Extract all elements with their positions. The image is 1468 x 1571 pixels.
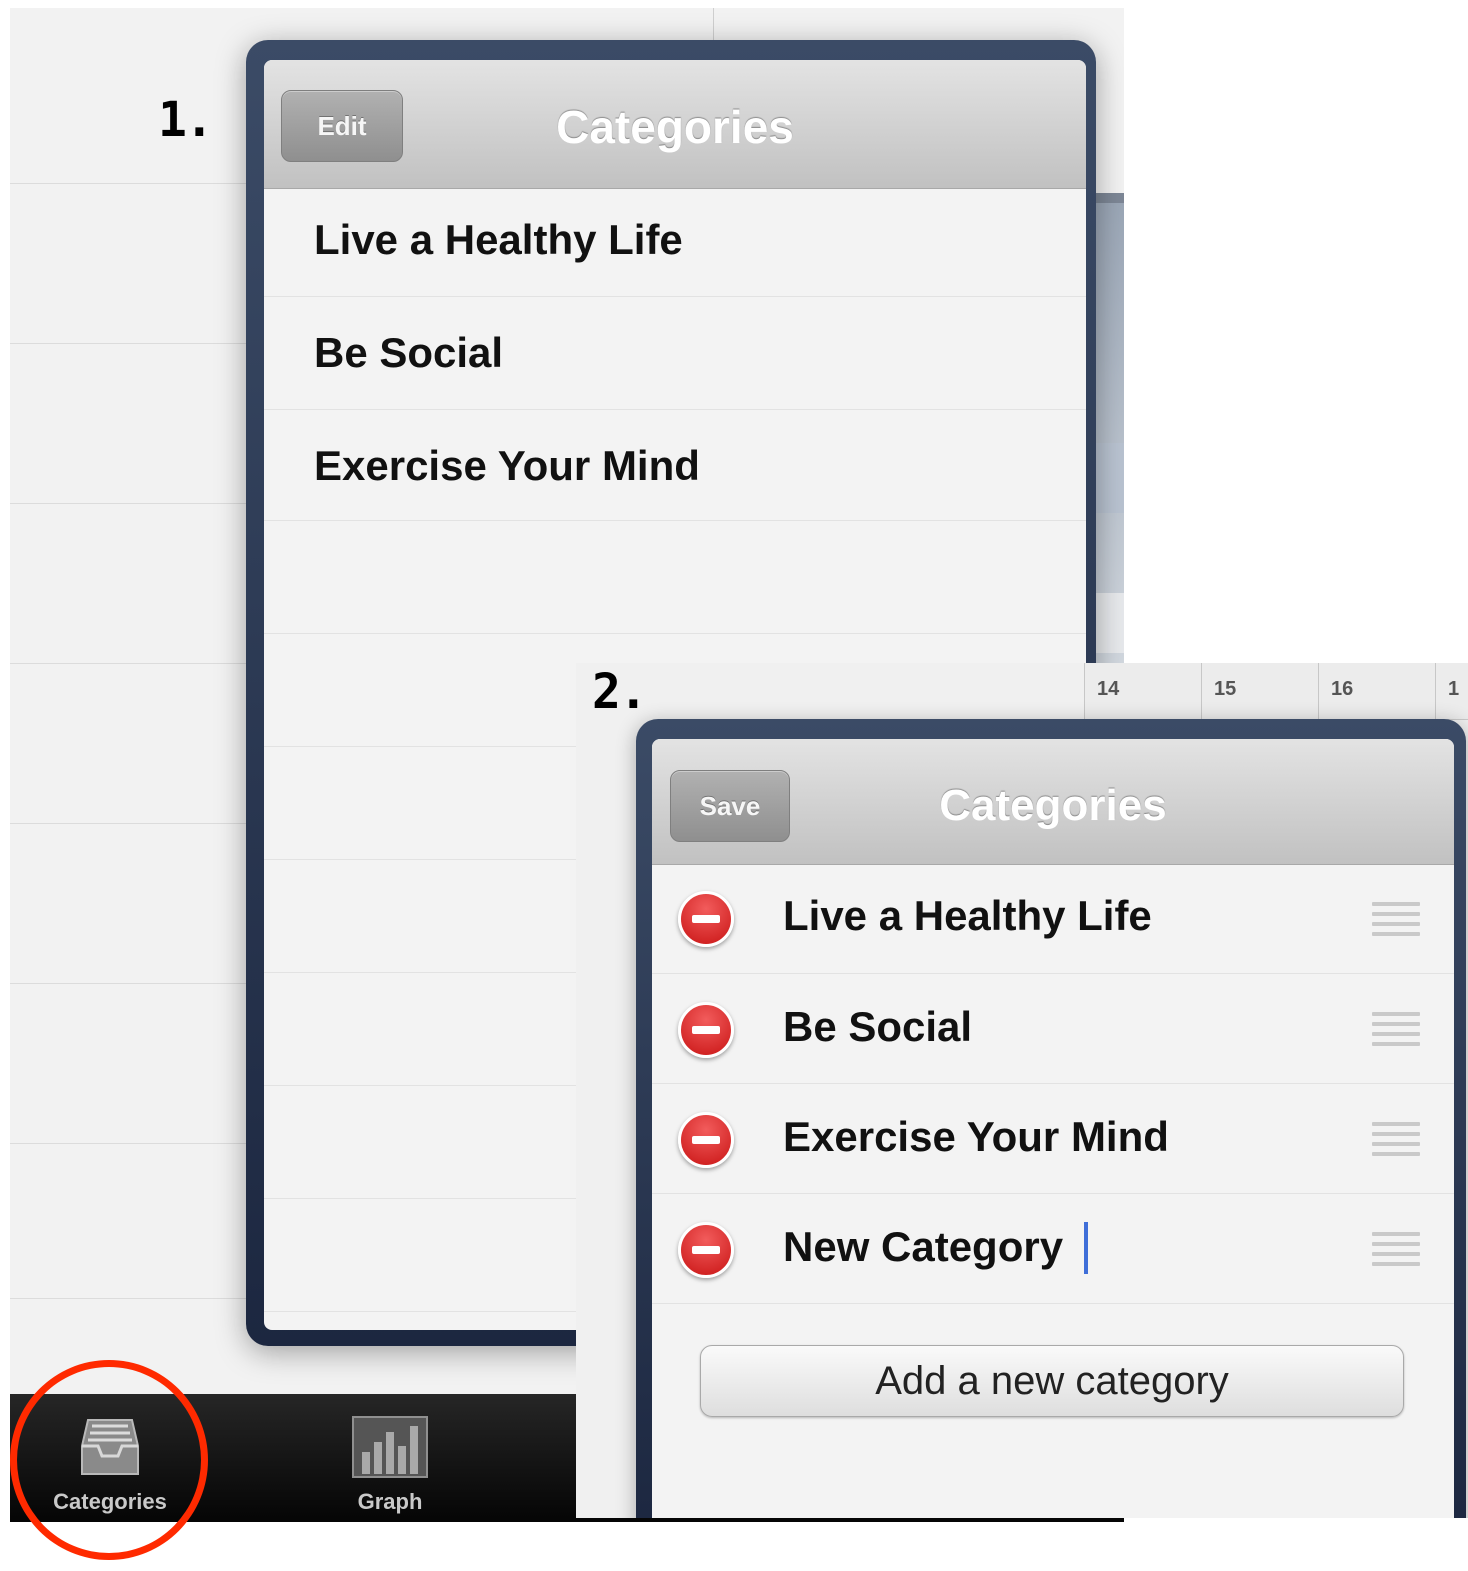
calendar-day: 1 bbox=[1435, 663, 1468, 719]
category-row[interactable]: Exercise Your Mind bbox=[652, 1084, 1454, 1194]
page-title: Categories bbox=[556, 101, 794, 153]
category-row[interactable]: Exercise Your Mind bbox=[264, 410, 1086, 521]
category-name-input[interactable]: New Category bbox=[783, 1223, 1063, 1271]
category-row[interactable]: Live a Healthy Life bbox=[264, 188, 1086, 297]
popover-content: Save Categories Live a Healthy Life Be S… bbox=[652, 739, 1454, 1518]
background-grid-line bbox=[10, 823, 260, 824]
category-label: Be Social bbox=[314, 329, 504, 376]
tab-label: Graph bbox=[357, 1489, 423, 1514]
navigation-bar: Edit Categories bbox=[264, 60, 1086, 189]
screenshot-edit-mode: 14 15 16 1 Save Categories Live a Health… bbox=[576, 663, 1468, 1518]
background-grid-line bbox=[10, 1143, 260, 1144]
background-grid-line bbox=[10, 663, 260, 664]
background-grid-line bbox=[10, 503, 260, 504]
delete-minus-icon[interactable] bbox=[678, 1222, 734, 1278]
background-grid-line bbox=[10, 1298, 260, 1299]
background-grid-line bbox=[10, 343, 260, 344]
reorder-handle-icon[interactable] bbox=[1372, 902, 1420, 938]
category-label: Live a Healthy Life bbox=[783, 892, 1152, 939]
navigation-bar: Save Categories bbox=[652, 739, 1454, 865]
step-marker-1: 1. bbox=[158, 92, 214, 148]
delete-minus-icon[interactable] bbox=[678, 1002, 734, 1058]
step-marker-2: 2. bbox=[592, 664, 648, 720]
calendar-day: 15 bbox=[1201, 663, 1318, 719]
text-cursor bbox=[1084, 1222, 1088, 1274]
calendar-day: 16 bbox=[1318, 663, 1435, 719]
category-row[interactable]: Live a Healthy Life bbox=[652, 864, 1454, 974]
calendar-day: 14 bbox=[1084, 663, 1201, 719]
empty-row bbox=[264, 521, 1086, 634]
category-row[interactable]: Be Social bbox=[264, 297, 1086, 410]
category-label: Exercise Your Mind bbox=[783, 1113, 1169, 1160]
category-label: Exercise Your Mind bbox=[314, 442, 700, 489]
category-label: Be Social bbox=[783, 1003, 973, 1050]
category-row-editing[interactable]: New Category bbox=[652, 1194, 1454, 1304]
category-label: Live a Healthy Life bbox=[314, 216, 683, 263]
background-grid-line bbox=[10, 983, 260, 984]
highlight-circle bbox=[10, 1360, 208, 1560]
delete-minus-icon[interactable] bbox=[678, 1112, 734, 1168]
delete-minus-icon[interactable] bbox=[678, 891, 734, 947]
bar-graph-icon bbox=[352, 1416, 428, 1483]
background-grid-line bbox=[10, 183, 260, 184]
category-row[interactable]: Be Social bbox=[652, 974, 1454, 1084]
page-title: Categories bbox=[939, 781, 1167, 830]
calendar-header: 14 15 16 1 bbox=[1084, 663, 1468, 720]
reorder-handle-icon[interactable] bbox=[1372, 1012, 1420, 1048]
background-app-content bbox=[1095, 193, 1124, 673]
reorder-handle-icon[interactable] bbox=[1372, 1122, 1420, 1158]
reorder-handle-icon[interactable] bbox=[1372, 1232, 1420, 1268]
categories-popover-edit: Save Categories Live a Healthy Life Be S… bbox=[636, 719, 1466, 1518]
tab-graph[interactable]: Graph bbox=[300, 1394, 480, 1522]
add-category-button[interactable]: Add a new category bbox=[700, 1345, 1404, 1417]
